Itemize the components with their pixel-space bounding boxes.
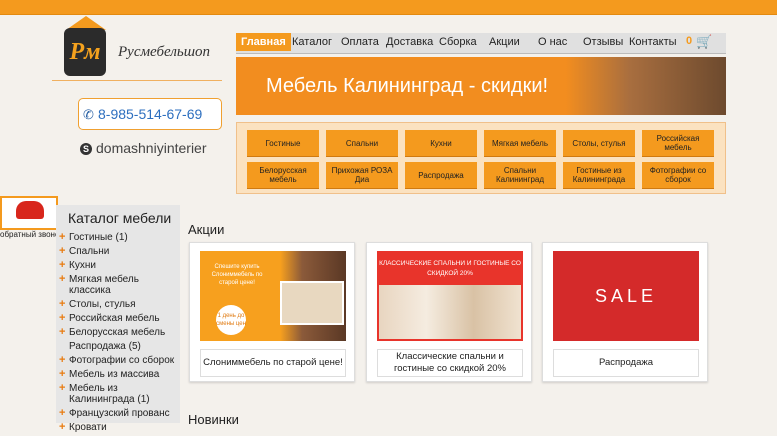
sidebar-item-label: Кровати [69, 422, 107, 433]
logo-text[interactable]: Русмебельшоп [118, 44, 210, 61]
category-button[interactable]: Кухни [405, 130, 477, 156]
phone-number[interactable]: 8-985-514-67-69 [98, 106, 202, 122]
top-bar [0, 0, 777, 15]
sidebar-item-label: Мягкая мебель классика [69, 274, 139, 296]
sidebar-title: Каталог мебели [68, 210, 172, 226]
plus-icon: + [59, 312, 66, 324]
plus-icon: + [59, 298, 66, 310]
promo-caption[interactable]: Слониммебель по старой цене! [200, 349, 346, 377]
plus-icon: + [59, 273, 66, 285]
logo-divider [52, 80, 222, 81]
plus-icon: + [59, 368, 66, 380]
plus-icon: + [59, 245, 66, 257]
sidebar-item[interactable]: + Столы, стулья [59, 298, 179, 311]
phone-icon: ✆ [83, 107, 94, 122]
sidebar-item[interactable]: + Фотографии со сборок [59, 354, 179, 367]
sidebar-item-label: Фотографии со сборок [69, 355, 175, 366]
telephone-icon [16, 201, 44, 219]
sidebar-item-label: Французский прованс [69, 408, 170, 419]
category-button[interactable]: Гостиные [247, 130, 319, 156]
sidebar-item[interactable]: + Кухни [59, 259, 179, 272]
sidebar-item[interactable]: + Белорусская мебель [59, 326, 179, 339]
nav-payment[interactable]: Оплата [341, 36, 379, 48]
banner-text: Мебель Калининград - скидки! [266, 75, 549, 97]
sidebar-item-label: Спальни [69, 246, 110, 257]
nav-contacts[interactable]: Контакты [629, 36, 677, 48]
sidebar-item[interactable]: + Мягкая мебель классика [59, 273, 179, 297]
promo-card[interactable]: SALE Распродажа [542, 242, 708, 382]
promos-title: Акции [188, 222, 225, 237]
plus-icon: + [59, 354, 66, 366]
sidebar-list: + Гостиные (1) + Спальни + Кухни + Мягкая ме… [59, 232, 179, 436]
category-button[interactable]: Белорусская мебель [247, 162, 319, 188]
nav-reviews[interactable]: Отзывы [583, 36, 623, 48]
plus-icon: + [59, 326, 66, 338]
skype-icon: S [80, 143, 92, 155]
cart-icon[interactable]: 🛒 [696, 34, 712, 50]
category-button[interactable]: Фотографии со сборок [642, 162, 714, 188]
sidebar-item[interactable]: + Мебель из Калининграда (1) [59, 382, 179, 406]
promo-image[interactable]: Спешите купить Слониммебель по старой це… [200, 251, 346, 341]
promo-image-text: Спешите купить Слониммебель по старой це… [211, 264, 263, 286]
promo-badge: 1 день до смены цен [216, 305, 246, 335]
plus-icon: + [59, 421, 66, 433]
category-button[interactable]: Распродажа [405, 162, 477, 188]
nav-home[interactable]: Главная [236, 33, 291, 51]
callback-button[interactable] [0, 196, 58, 230]
sidebar-item[interactable]: Распродажа (5) [59, 341, 179, 352]
promo-caption[interactable]: Распродажа [553, 349, 699, 377]
promo-card[interactable]: Спешите купить Слониммебель по старой це… [189, 242, 355, 382]
nav-delivery[interactable]: Доставка [386, 36, 433, 48]
promo-image[interactable]: SALE [553, 251, 699, 341]
sidebar-item[interactable]: + Кровати [59, 421, 179, 434]
sidebar-item-label: Мебель из массива [69, 369, 160, 380]
sidebar-item[interactable]: + Французский прованс [59, 407, 179, 420]
banner-furniture-photo [566, 57, 726, 115]
promo-image[interactable]: КЛАССИЧЕСКИЕ СПАЛЬНИ И ГОСТИНЫЕ СО СКИДК… [377, 251, 523, 341]
sidebar-item[interactable]: + Спальни [59, 245, 179, 258]
sidebar-item[interactable]: + Гостиные (1) [59, 231, 179, 244]
main-nav: Главная Каталог Оплата Доставка Сборка А… [236, 33, 726, 54]
category-button[interactable]: Мягкая мебель [484, 130, 556, 156]
skype-name[interactable]: domashniyinterier [96, 140, 207, 156]
plus-icon: + [59, 407, 66, 419]
promo-caption[interactable]: Классические спальни и гостиные со скидк… [377, 349, 523, 377]
category-button[interactable]: Прихожая РОЗА Диа [326, 162, 398, 188]
nav-about[interactable]: О нас [538, 36, 567, 48]
nav-catalog[interactable]: Каталог [292, 36, 332, 48]
sidebar-item-label: Распродажа (5) [69, 341, 141, 352]
sidebar-item[interactable]: + Российская мебель [59, 312, 179, 325]
category-button[interactable]: Российская мебель [642, 130, 714, 156]
plus-icon: + [59, 259, 66, 271]
sidebar-item-label: Гостиные (1) [69, 232, 128, 243]
catalog-sidebar: Каталог мебели + Гостиные (1) + Спальни + К… [56, 205, 180, 433]
novelties-title: Новинки [188, 412, 239, 427]
nav-assembly[interactable]: Сборка [439, 36, 477, 48]
promo-card[interactable]: КЛАССИЧЕСКИЕ СПАЛЬНИ И ГОСТИНЫЕ СО СКИДК… [366, 242, 532, 382]
sidebar-item-label: Белорусская мебель [69, 327, 166, 338]
phone-box[interactable]: ✆ 8-985-514-67-69 [78, 98, 222, 130]
category-panel: Гостиные Спальни Кухни Мягкая мебель Сто… [236, 122, 726, 194]
bed-photo [280, 281, 344, 325]
sidebar-item-label: Столы, стулья [69, 299, 136, 310]
logo-mark[interactable]: Рм [64, 28, 106, 76]
category-button[interactable]: Столы, стулья [563, 130, 635, 156]
promo-banner[interactable]: Мебель Калининград - скидки! [236, 57, 726, 115]
bedroom-photo [379, 285, 521, 339]
sidebar-item-label: Мебель из Калининграда (1) [69, 383, 150, 405]
sidebar-item-label: Российская мебель [69, 313, 160, 324]
category-button[interactable]: Гостиные из Калининграда [563, 162, 635, 188]
category-button[interactable]: Спальни [326, 130, 398, 156]
sidebar-item[interactable]: + Мебель из массива [59, 368, 179, 381]
sidebar-item-label: Кухни [69, 260, 96, 271]
plus-icon: + [59, 382, 66, 394]
category-button[interactable]: Спальни Калининград [484, 162, 556, 188]
callback-label[interactable]: обратный звонок [0, 230, 63, 239]
nav-promos[interactable]: Акции [489, 36, 520, 48]
cart-count[interactable]: 0 [686, 35, 692, 47]
plus-icon: + [59, 231, 66, 243]
promo-image-text: КЛАССИЧЕСКИЕ СПАЛЬНИ И ГОСТИНЫЕ СО СКИДК… [379, 260, 521, 277]
